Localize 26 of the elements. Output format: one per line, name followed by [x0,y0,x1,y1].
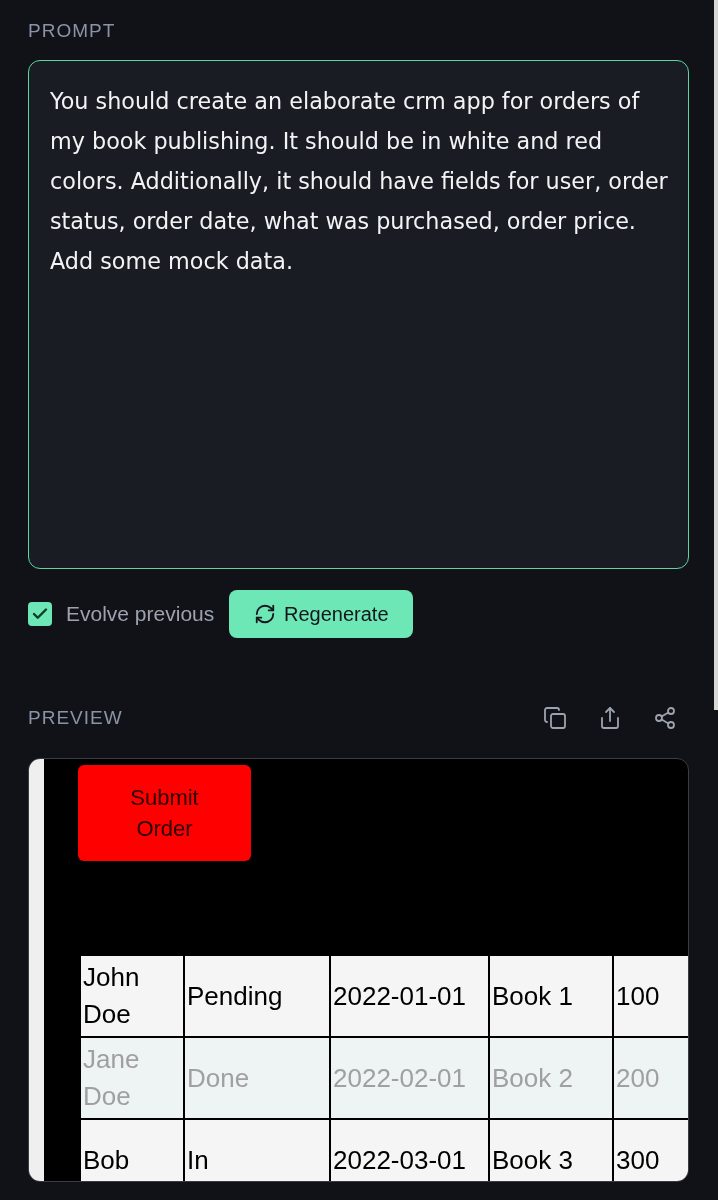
table-cell: In [185,1120,329,1181]
table-cell: 2022-02-01 [331,1038,488,1118]
share-icon[interactable] [653,706,677,730]
table-cell: Done [185,1038,329,1118]
table-cell: Pending [185,956,329,1036]
evolve-checkbox[interactable] [28,602,52,626]
preview-label: PREVIEW [28,707,123,729]
table-cell: Jane Doe [81,1038,183,1118]
table-cell: 100 [614,956,688,1036]
copy-icon[interactable] [543,706,567,730]
prompt-label: PROMPT [28,20,116,42]
table-cell: 2022-03-01 [331,1120,488,1181]
prompt-text-field[interactable]: You should create an elaborate crm app for orders of my book publishing. It should be in white and red colors. Additionally, it should have fields for user, order status, order date, what was purchased, order price. Add some mock data. [28,60,689,569]
table-cell: Book 3 [490,1120,612,1181]
table-cell: 300 [614,1120,688,1181]
table-cell: 200 [614,1038,688,1118]
table-cell: John Doe [81,956,183,1036]
regenerate-button[interactable]: Regenerate [229,590,414,638]
table-cell: Bob [81,1120,183,1181]
table-cell: 2022-01-01 [331,956,488,1036]
refresh-icon [254,603,276,625]
upload-icon[interactable] [598,706,622,730]
evolve-previous-label: Evolve previous [66,602,215,626]
submit-order-button[interactable]: Submit Order [78,765,251,861]
table-cell: Book 2 [490,1038,612,1118]
table-cell: Book 1 [490,956,612,1036]
